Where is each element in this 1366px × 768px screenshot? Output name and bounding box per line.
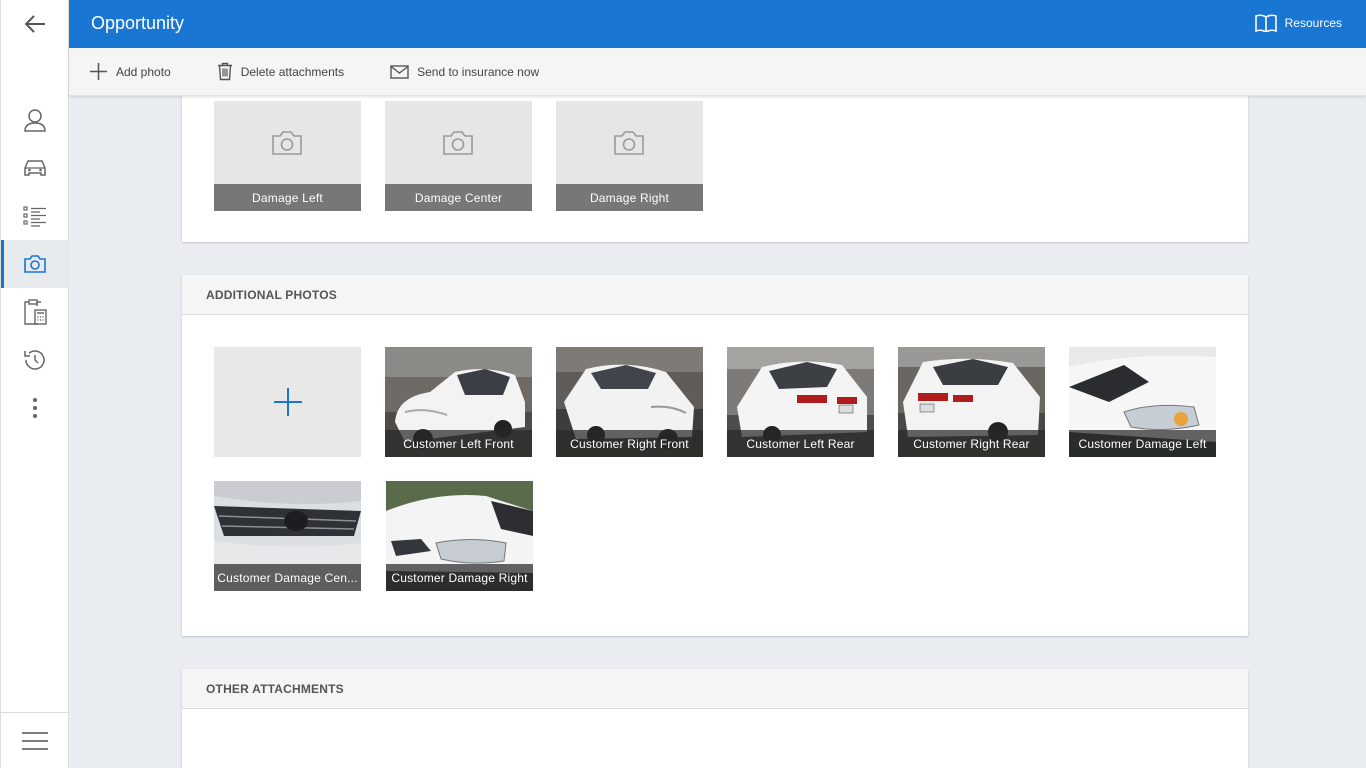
camera-icon: [614, 131, 644, 155]
photo-customer-right-front[interactable]: Customer Right Front: [556, 347, 703, 457]
envelope-icon: [390, 64, 409, 79]
rail-nav: [1, 96, 69, 432]
camera-icon: [272, 131, 302, 155]
photo-customer-damage-center[interactable]: Customer Damage Cen...: [214, 481, 361, 591]
arrow-left-icon: [24, 15, 45, 33]
clipboard-calculator-icon: [24, 299, 47, 325]
rail-item-estimate[interactable]: [1, 288, 69, 336]
back-button[interactable]: [1, 0, 69, 48]
other-attachments-heading: OTHER ATTACHMENTS: [182, 669, 1248, 709]
photo-customer-damage-right[interactable]: Customer Damage Right: [386, 481, 533, 591]
plus-icon: [274, 388, 302, 416]
rail-item-customer[interactable]: [1, 96, 69, 144]
add-photo-button[interactable]: Add photo: [89, 62, 171, 81]
rail-item-more[interactable]: [1, 384, 69, 432]
resources-button[interactable]: Resources: [1254, 14, 1342, 32]
photo-caption: Customer Left Front: [385, 430, 532, 457]
rail-item-photos[interactable]: [1, 240, 69, 288]
photo-caption: Damage Right: [556, 184, 703, 211]
photo-caption: Customer Right Front: [556, 430, 703, 457]
photo-caption: Customer Left Rear: [727, 430, 874, 457]
delete-attachments-label: Delete attachments: [240, 64, 345, 79]
resources-label: Resources: [1284, 16, 1342, 30]
photo-customer-right-rear[interactable]: Customer Right Rear: [898, 347, 1045, 457]
toolbar: Add photo Delete attachments Send to ins…: [69, 48, 1366, 96]
camera-icon: [443, 131, 473, 155]
send-to-insurance-button[interactable]: Send to insurance now: [390, 65, 539, 79]
hamburger-icon: [22, 731, 48, 750]
photo-caption: Damage Left: [214, 184, 361, 211]
photo-caption: Customer Damage Cen...: [214, 564, 361, 591]
photo-caption: Damage Center: [385, 184, 532, 211]
rail-item-history[interactable]: [1, 336, 69, 384]
car-icon: [24, 160, 46, 176]
photo-customer-left-front[interactable]: Customer Left Front: [385, 347, 532, 457]
plus-icon: [90, 63, 107, 80]
main-content[interactable]: Damage Left Damage Center Damage Right A…: [69, 96, 1366, 768]
photo-slot-damage-right[interactable]: Damage Right: [556, 101, 703, 211]
rail-item-checklist[interactable]: [1, 192, 69, 240]
other-attachments-card: OTHER ATTACHMENTS: [182, 669, 1248, 768]
camera-icon: [24, 255, 46, 273]
add-photo-tile[interactable]: [214, 347, 361, 457]
photo-customer-damage-left[interactable]: Customer Damage Left: [1069, 347, 1216, 457]
menu-button[interactable]: [1, 712, 69, 768]
add-photo-label: Add photo: [116, 64, 171, 79]
additional-photos-heading: ADDITIONAL PHOTOS: [182, 275, 1248, 315]
history-icon: [24, 350, 45, 370]
page-title: Opportunity: [91, 13, 185, 33]
trash-icon: [217, 62, 232, 81]
delete-attachments-button[interactable]: Delete attachments: [217, 62, 344, 81]
app-header: Opportunity Resources: [69, 0, 1366, 48]
photo-slot-damage-left[interactable]: Damage Left: [214, 101, 361, 211]
photo-customer-left-rear[interactable]: Customer Left Rear: [727, 347, 874, 457]
send-to-insurance-label: Send to insurance now: [417, 64, 540, 79]
book-icon: [1254, 14, 1277, 32]
additional-photos-card: ADDITIONAL PHOTOS Customer Left Front Cu…: [182, 275, 1248, 636]
required-photos-card: Damage Left Damage Center Damage Right: [182, 96, 1248, 242]
user-icon: [24, 109, 46, 132]
more-vertical-icon: [33, 398, 37, 418]
checklist-icon: [23, 206, 46, 227]
left-rail: [0, 0, 69, 768]
photo-slot-damage-center[interactable]: Damage Center: [385, 101, 532, 211]
photo-caption: Customer Right Rear: [898, 430, 1045, 457]
photo-caption: Customer Damage Left: [1069, 430, 1216, 457]
photo-caption: Customer Damage Right: [386, 564, 533, 591]
rail-item-vehicle[interactable]: [1, 144, 69, 192]
